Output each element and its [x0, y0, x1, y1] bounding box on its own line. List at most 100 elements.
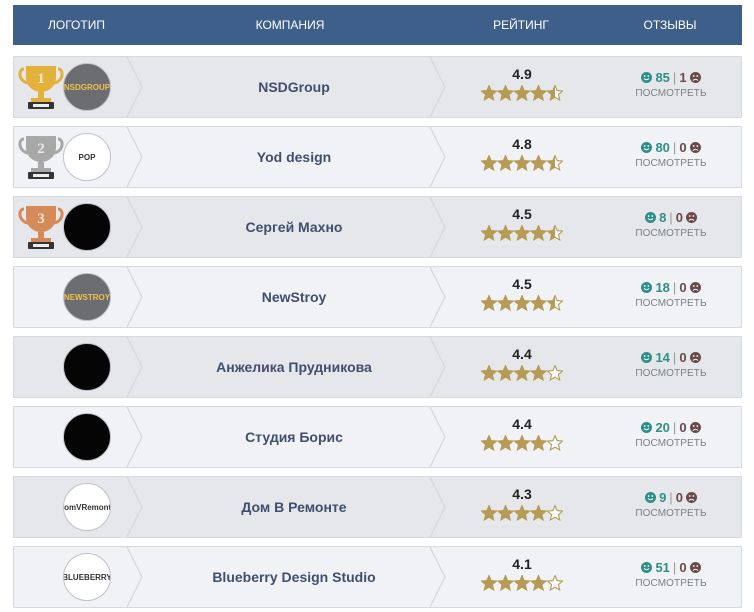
view-reviews-link[interactable]: ПОСМОТРЕТЬ	[604, 158, 738, 169]
row-divider	[428, 336, 448, 398]
rating-stars	[481, 575, 563, 591]
negative-count: 0	[679, 280, 687, 295]
row-divider	[428, 546, 448, 608]
trophy-rank: 2	[37, 141, 45, 157]
company-logo[interactable]: NEWSTROY	[63, 273, 111, 321]
company-logo[interactable]: POP	[63, 133, 111, 181]
star-icon	[513, 155, 531, 171]
company-name-link[interactable]: Yod design	[144, 127, 444, 187]
rating-cell: 4.5	[461, 206, 583, 241]
happy-face-icon	[641, 281, 653, 293]
reviews-cell: 8 | 0 ПОСМОТРЕТЬ	[604, 210, 738, 239]
review-counts: 20 | 0	[604, 420, 738, 436]
rating-stars	[481, 505, 563, 521]
star-icon	[513, 435, 531, 451]
star-icon	[546, 295, 563, 311]
company-logo[interactable]	[63, 203, 111, 251]
positive-count: 51	[655, 560, 670, 575]
sad-face-icon	[689, 71, 701, 83]
view-reviews-link[interactable]: ПОСМОТРЕТЬ	[604, 368, 738, 379]
view-reviews-link[interactable]: ПОСМОТРЕТЬ	[604, 578, 738, 589]
company-row[interactable]: BLUEBERRY Blueberry Design Studio 4.1 51 | 0 П…	[13, 546, 742, 608]
company-logo[interactable]	[63, 413, 111, 461]
rating-stars	[481, 155, 563, 171]
star-icon	[529, 435, 548, 451]
rating-value: 4.5	[512, 206, 532, 222]
company-row[interactable]: 1 NSDGROUP NSDGroup 4.9 85 | 1 ПОСМОТРЕТЬ	[13, 56, 742, 118]
review-counts: 80 | 0	[604, 140, 738, 156]
row-divider	[428, 266, 448, 328]
rating-value: 4.3	[512, 486, 532, 502]
header-reviews: ОТЗЫВЫ	[643, 18, 697, 32]
positive-count: 20	[655, 420, 670, 435]
review-counts: 85 | 1	[604, 70, 738, 86]
positive-count: 9	[659, 490, 667, 505]
company-logo[interactable]: DomVRemonte	[63, 483, 111, 531]
star-icon	[546, 435, 563, 451]
company-name-link[interactable]: Дом В Ремонте	[144, 477, 444, 537]
view-reviews-link[interactable]: ПОСМОТРЕТЬ	[604, 508, 738, 519]
reviews-cell: 85 | 1 ПОСМОТРЕТЬ	[604, 70, 738, 99]
header-rating: РЕЙТИНГ	[493, 18, 549, 32]
count-separator: |	[672, 350, 677, 365]
row-divider	[428, 56, 448, 118]
positive-count: 85	[655, 70, 670, 85]
company-row[interactable]: 3 Сергей Махно 4.5 8 | 0 ПОСМОТРЕТЬ	[13, 196, 742, 258]
view-reviews-link[interactable]: ПОСМОТРЕТЬ	[604, 228, 738, 239]
star-icon	[546, 505, 563, 521]
company-logo[interactable]	[63, 343, 111, 391]
company-name-link[interactable]: Blueberry Design Studio	[144, 547, 444, 607]
star-icon	[496, 295, 515, 311]
company-row[interactable]: Анжелика Прудникова 4.4 14 | 0 ПОСМОТРЕТЬ	[13, 336, 742, 398]
review-counts: 18 | 0	[604, 280, 738, 296]
star-icon	[529, 225, 548, 241]
rating-stars	[481, 435, 563, 451]
company-row[interactable]: Студия Борис 4.4 20 | 0 ПОСМОТРЕТЬ	[13, 406, 742, 468]
company-name-link[interactable]: Студия Борис	[144, 407, 444, 467]
company-row[interactable]: 2 POP Yod design 4.8 80 | 0 ПОСМОТРЕТЬ	[13, 126, 742, 188]
happy-face-icon	[645, 491, 657, 503]
star-icon	[513, 225, 531, 241]
row-divider	[428, 196, 448, 258]
rating-value: 4.1	[512, 556, 532, 572]
reviews-cell: 20 | 0 ПОСМОТРЕТЬ	[604, 420, 738, 449]
reviews-cell: 51 | 0 ПОСМОТРЕТЬ	[604, 560, 738, 589]
row-divider	[125, 546, 145, 608]
rating-value: 4.9	[512, 66, 532, 82]
company-name-link[interactable]: NewStroy	[144, 267, 444, 327]
company-name-link[interactable]: NSDGroup	[144, 57, 444, 117]
reviews-cell: 14 | 0 ПОСМОТРЕТЬ	[604, 350, 738, 379]
reviews-cell: 80 | 0 ПОСМОТРЕТЬ	[604, 140, 738, 169]
view-reviews-link[interactable]: ПОСМОТРЕТЬ	[604, 298, 738, 309]
review-counts: 8 | 0	[604, 210, 738, 226]
rating-cell: 4.5	[461, 276, 583, 311]
negative-count: 1	[679, 70, 687, 85]
star-icon	[546, 575, 563, 591]
company-name-link[interactable]: Сергей Махно	[144, 197, 444, 257]
sad-face-icon	[689, 561, 701, 573]
bronze-trophy-icon: 3	[16, 203, 66, 251]
star-icon	[529, 85, 548, 101]
star-icon	[529, 505, 548, 521]
count-separator: |	[672, 560, 677, 575]
view-reviews-link[interactable]: ПОСМОТРЕТЬ	[604, 88, 738, 99]
star-icon	[529, 365, 548, 381]
company-row[interactable]: NEWSTROY NewStroy 4.5 18 | 0 ПОСМОТРЕТЬ	[13, 266, 742, 328]
rating-value: 4.5	[512, 276, 532, 292]
sad-face-icon	[685, 211, 697, 223]
star-icon	[481, 85, 498, 101]
star-icon	[481, 365, 498, 381]
row-divider	[428, 476, 448, 538]
company-row[interactable]: DomVRemonte Дом В Ремонте 4.3 9|0 ПОСМОТРЕТЬ	[13, 476, 742, 538]
star-icon	[496, 85, 515, 101]
rating-stars	[481, 85, 563, 101]
company-name-link[interactable]: Анжелика Прудникова	[144, 337, 444, 397]
star-icon	[496, 155, 515, 171]
star-icon	[513, 575, 531, 591]
count-separator: |	[672, 140, 677, 155]
view-reviews-link[interactable]: ПОСМОТРЕТЬ	[604, 438, 738, 449]
company-logo[interactable]: BLUEBERRY	[63, 553, 111, 601]
row-divider	[125, 56, 145, 118]
company-logo[interactable]: NSDGROUP	[63, 63, 111, 111]
sad-face-icon	[685, 491, 697, 503]
